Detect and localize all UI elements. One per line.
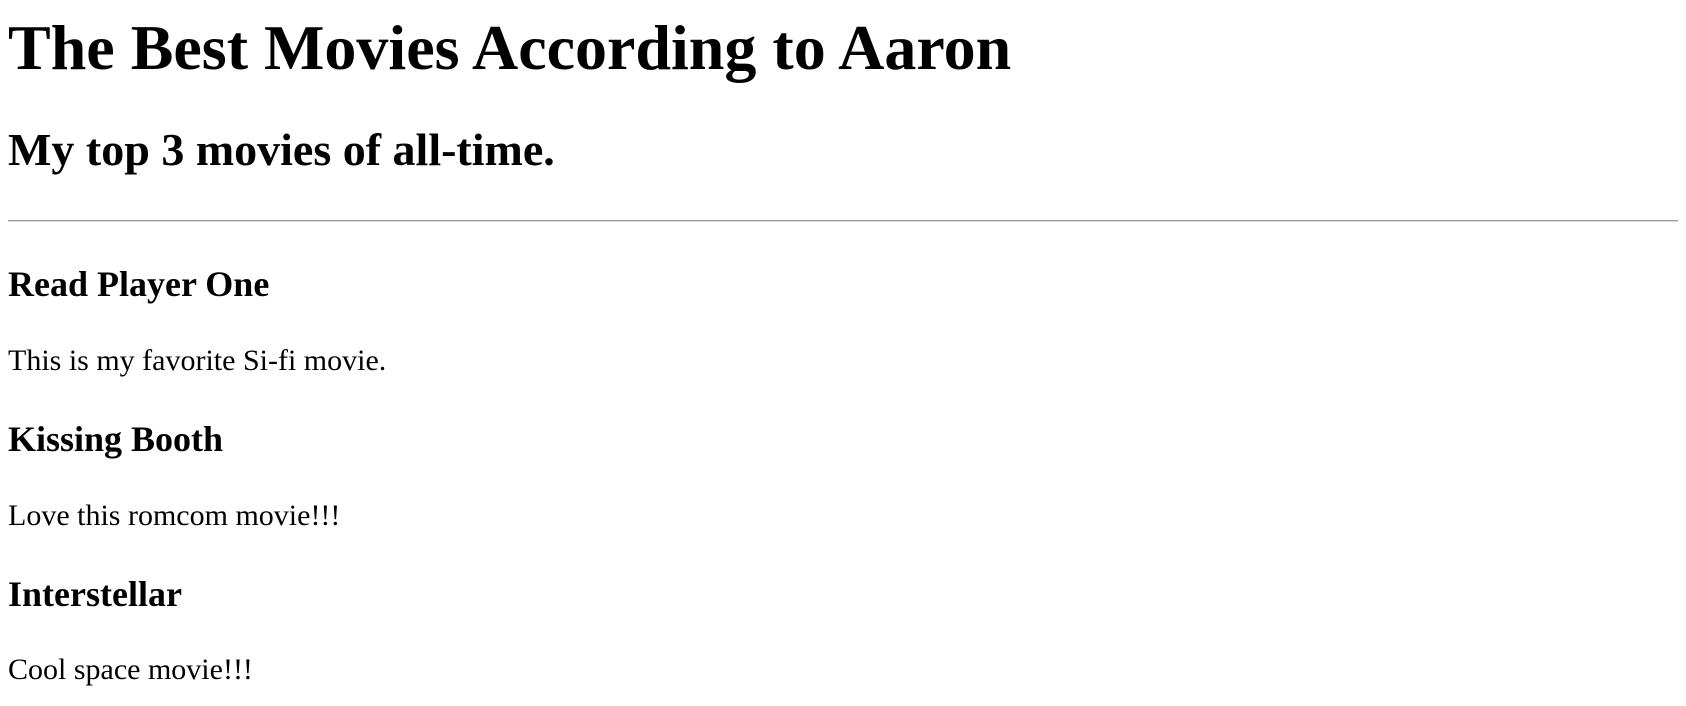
horizontal-divider — [8, 220, 1678, 222]
page-subtitle: My top 3 movies of all-time. — [8, 124, 555, 175]
page-title: The Best Movies According to Aaron — [8, 12, 1012, 83]
movie-title: Kissing Booth — [8, 419, 224, 459]
movie-description: This is my favorite Si-fi movie. — [8, 344, 387, 377]
movie-description: Cool space movie!!! — [8, 653, 253, 686]
movie-title: Read Player One — [8, 264, 270, 304]
movie-title: Interstellar — [8, 574, 182, 614]
movie-description: Love this romcom movie!!! — [8, 499, 341, 532]
